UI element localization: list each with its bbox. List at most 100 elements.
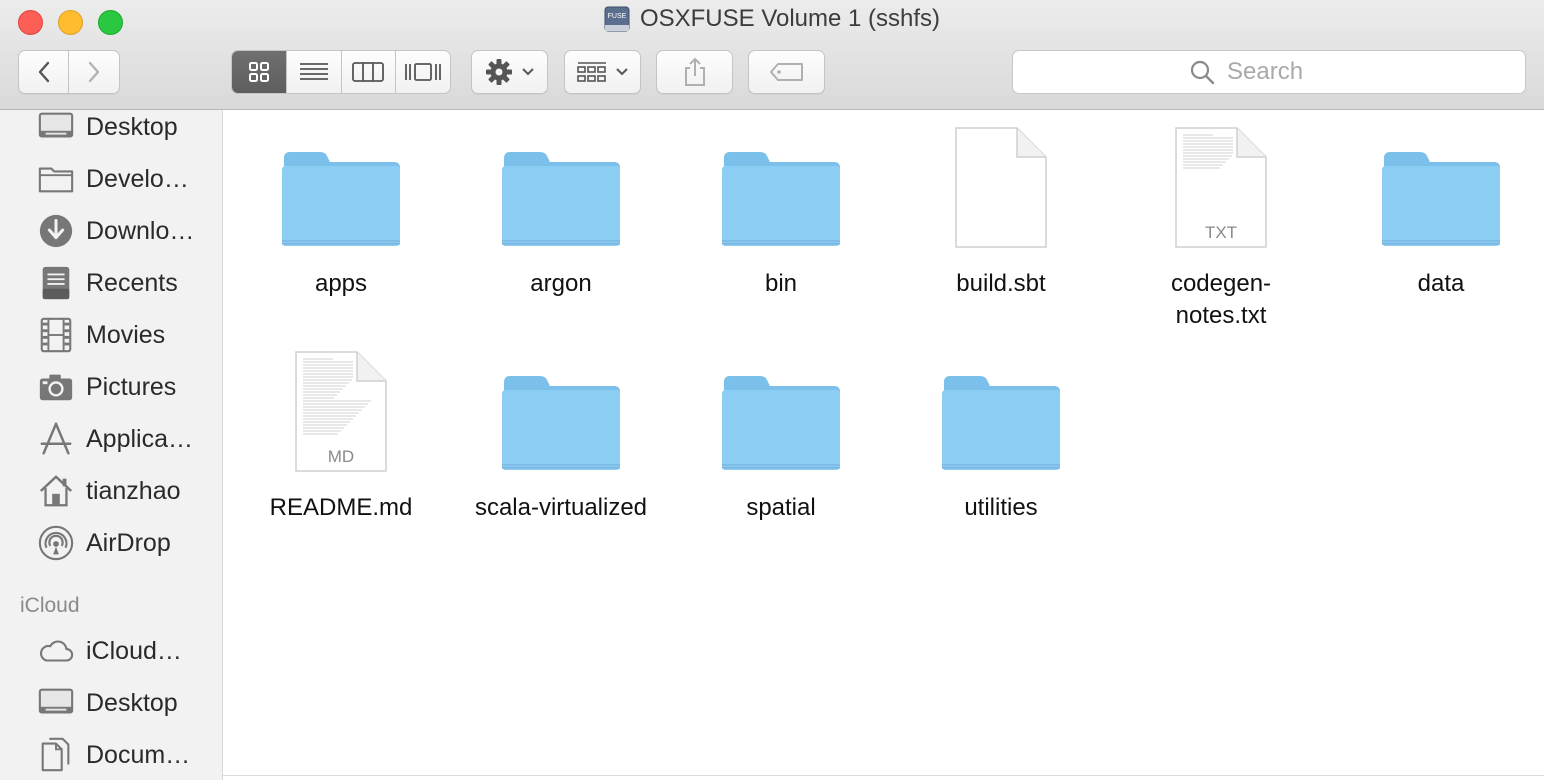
desktop-icon <box>36 683 76 723</box>
sidebar-item-label: iCloud… <box>86 636 182 665</box>
arrange-menu-button[interactable] <box>564 50 641 94</box>
gear-icon <box>485 59 512 85</box>
sidebar-item-recents[interactable]: Recents <box>0 257 222 309</box>
documents-icon <box>36 735 76 775</box>
document-icon <box>901 120 1101 250</box>
icon-view-button[interactable] <box>232 51 287 93</box>
file-name: README.md <box>269 494 413 521</box>
svg-text:TXT: TXT <box>1205 223 1237 242</box>
chevron-down-icon <box>521 68 534 76</box>
cover-flow-view-icon <box>405 63 442 81</box>
folder-icon <box>681 120 881 250</box>
home-icon <box>36 471 76 511</box>
share-button[interactable] <box>656 50 733 94</box>
minimize-window-button[interactable] <box>58 10 83 35</box>
file-icon-grid: apps argon bin build.sbt TXT codegen- notes.t… <box>223 110 1544 780</box>
folder-item[interactable]: spatial <box>681 344 881 524</box>
finder-window: FUSE OSXFUSE Volume 1 (sshfs) Search iCl… <box>0 0 1544 780</box>
search-icon <box>1190 60 1215 85</box>
file-name: apps <box>314 270 368 297</box>
sidebar-item-airdrop[interactable]: AirDrop <box>0 517 222 569</box>
folder-icon <box>461 120 661 250</box>
fuse-volume-label: FUSE <box>608 13 627 20</box>
search-field[interactable] <box>1012 50 1526 94</box>
column-view-icon <box>352 62 385 82</box>
sidebar-item-applica[interactable]: Applica… <box>0 413 222 465</box>
file-item[interactable]: build.sbt <box>901 120 1101 300</box>
sidebar-item-label: Pictures <box>86 372 177 401</box>
divider <box>223 775 1544 776</box>
tag-icon <box>769 63 803 81</box>
file-name: spatial <box>746 494 816 521</box>
sidebar-item-tianzhao[interactable]: tianzhao <box>0 465 222 517</box>
folder-icon <box>1341 120 1541 250</box>
view-mode-control <box>231 50 451 94</box>
folder-item[interactable]: data <box>1341 120 1541 300</box>
folder-icon <box>461 344 661 474</box>
sidebar-item-desktop[interactable]: Desktop <box>0 110 222 153</box>
file-name: build.sbt <box>956 270 1046 297</box>
share-icon <box>684 57 705 86</box>
folder-item[interactable]: bin <box>681 120 881 300</box>
list-view-icon <box>299 63 328 80</box>
sidebar: iCloud Desktop Develo… Downlo… Recents Movie… <box>0 110 223 780</box>
arrange-grid-icon <box>576 62 606 82</box>
close-window-button[interactable] <box>18 10 43 35</box>
sidebar-item-downlo[interactable]: Downlo… <box>0 205 222 257</box>
svg-text:MD: MD <box>328 447 354 466</box>
sidebar-item-label: Movies <box>86 320 166 349</box>
sidebar-item-icloud[interactable]: iCloud… <box>0 625 222 677</box>
sidebar-item-label: Recents <box>86 268 178 297</box>
folder-icon <box>36 159 76 199</box>
zoom-window-button[interactable] <box>98 10 123 35</box>
sidebar-item-movies[interactable]: Movies <box>0 309 222 361</box>
folder-item[interactable]: utilities <box>901 344 1101 524</box>
desktop-icon <box>36 110 76 147</box>
cloud-icon <box>36 631 76 671</box>
sidebar-item-desktop[interactable]: Desktop <box>0 677 222 729</box>
file-name: utilities <box>964 494 1038 521</box>
folder-item[interactable]: argon <box>461 120 661 300</box>
folder-icon <box>681 344 881 474</box>
file-name: codegen- notes.txt <box>1170 270 1272 329</box>
folder-item[interactable]: scala-virtualized <box>461 344 661 524</box>
file-name: data <box>1417 270 1465 297</box>
toolbar: FUSE OSXFUSE Volume 1 (sshfs) <box>0 0 1544 110</box>
sidebar-item-label: Downlo… <box>86 216 195 245</box>
airdrop-icon <box>36 523 76 563</box>
icon-view-icon <box>248 62 269 82</box>
search-input[interactable] <box>1225 57 1349 87</box>
cover-flow-view-button[interactable] <box>396 51 450 93</box>
window-title-group: FUSE OSXFUSE Volume 1 (sshfs) <box>604 5 940 33</box>
sidebar-item-label: Docum… <box>86 740 191 769</box>
camera-icon <box>36 367 76 407</box>
folder-item[interactable]: apps <box>241 120 441 300</box>
sidebar-item-label: Desktop <box>86 112 178 141</box>
document-icon: MD <box>241 344 441 474</box>
fuse-volume-icon: FUSE <box>604 6 630 32</box>
window-title: OSXFUSE Volume 1 (sshfs) <box>639 5 941 32</box>
sidebar-item-docum[interactable]: Docum… <box>0 729 222 780</box>
sidebar-item-label: tianzhao <box>86 476 181 505</box>
movies-icon <box>36 315 76 355</box>
column-view-button[interactable] <box>342 51 397 93</box>
recents-icon <box>36 263 76 303</box>
file-item[interactable]: TXT codegen- notes.txt <box>1121 120 1321 332</box>
file-item[interactable]: MD README.md <box>241 344 441 524</box>
chevron-down-icon <box>615 68 628 76</box>
sidebar-heading-icloud: iCloud <box>20 594 80 617</box>
applications-icon <box>36 419 76 459</box>
sidebar-item-label: Desktop <box>86 688 178 717</box>
action-menu-button[interactable] <box>471 50 548 94</box>
list-view-button[interactable] <box>287 51 342 93</box>
document-icon: TXT <box>1121 120 1321 250</box>
sidebar-item-develo[interactable]: Develo… <box>0 153 222 205</box>
back-button[interactable] <box>18 50 69 94</box>
forward-button[interactable] <box>68 50 120 94</box>
folder-icon <box>901 344 1101 474</box>
file-name: scala-virtualized <box>474 494 648 521</box>
sidebar-item-pictures[interactable]: Pictures <box>0 361 222 413</box>
tag-button[interactable] <box>748 50 825 94</box>
sidebar-item-label: Develo… <box>86 164 189 193</box>
sidebar-item-label: Applica… <box>86 424 193 453</box>
